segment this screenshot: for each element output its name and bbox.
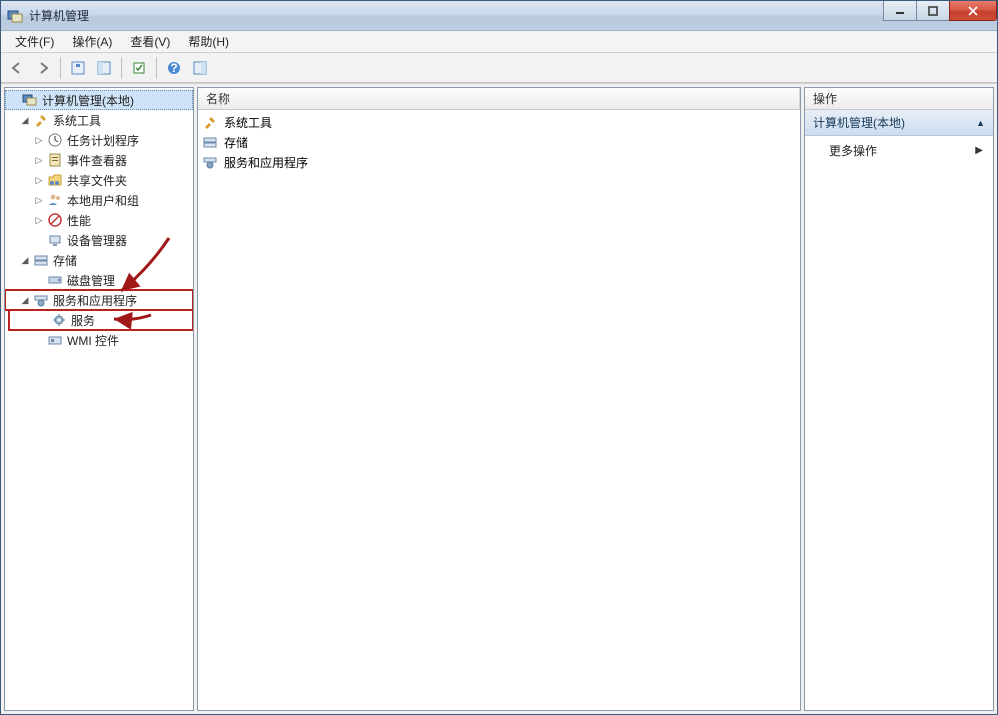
tree-label: 服务 <box>71 312 95 329</box>
actions-header: 操作 <box>805 88 993 110</box>
submenu-arrow-icon: ▶ <box>975 145 983 156</box>
tree-label: 计算机管理(本地) <box>42 92 134 109</box>
list-item[interactable]: 系统工具 <box>198 112 800 132</box>
services-apps-icon <box>202 154 218 170</box>
tree-label: 任务计划程序 <box>67 132 139 149</box>
action-more[interactable]: 更多操作 ▶ <box>805 136 993 165</box>
tree-label: 磁盘管理 <box>67 272 115 289</box>
tree-event-viewer[interactable]: ▷ 事件查看器 <box>5 150 193 170</box>
computer-management-icon <box>22 92 38 108</box>
action-panel: 操作 计算机管理(本地) ▲ 更多操作 ▶ <box>804 87 994 711</box>
tools-icon <box>202 114 218 130</box>
action-label: 更多操作 <box>829 142 877 159</box>
list-panel: 名称 系统工具 存储 <box>197 87 801 711</box>
svg-text:?: ? <box>170 61 177 75</box>
shared-folder-icon <box>47 172 63 188</box>
tree-shared-folders[interactable]: ▷ 共享文件夹 <box>5 170 193 190</box>
list-item-label: 服务和应用程序 <box>224 154 308 171</box>
forward-button[interactable] <box>31 56 55 80</box>
wmi-icon <box>47 332 63 348</box>
action-group-title[interactable]: 计算机管理(本地) ▲ <box>805 110 993 136</box>
main-body: ▸ 计算机管理(本地) ◢ 系统工具 ▷ <box>1 83 997 714</box>
list-item[interactable]: 存储 <box>198 132 800 152</box>
performance-icon <box>47 212 63 228</box>
tree-system-tools[interactable]: ◢ 系统工具 <box>5 110 193 130</box>
menu-file[interactable]: 文件(F) <box>7 31 62 52</box>
window-title: 计算机管理 <box>29 7 89 24</box>
expander-icon[interactable]: ▷ <box>33 194 45 206</box>
toolbar-separator <box>121 57 122 79</box>
storage-icon <box>33 252 49 268</box>
menu-help[interactable]: 帮助(H) <box>180 31 237 52</box>
show-action-pane-button[interactable] <box>188 56 212 80</box>
list-header: 名称 <box>198 88 800 110</box>
expander-icon[interactable]: ▷ <box>33 134 45 146</box>
tree-label: 存储 <box>53 252 77 269</box>
menu-view[interactable]: 查看(V) <box>122 31 178 52</box>
tree-services-apps[interactable]: ◢ 服务和应用程序 <box>5 290 193 310</box>
tree-label: 共享文件夹 <box>67 172 127 189</box>
menubar: 文件(F) 操作(A) 查看(V) 帮助(H) <box>1 31 997 53</box>
expander-icon[interactable]: ▷ <box>33 174 45 186</box>
list-item-label: 存储 <box>224 134 248 151</box>
tree-wmi-control[interactable]: ▷ WMI 控件 <box>5 330 193 350</box>
storage-icon <box>202 134 218 150</box>
tools-icon <box>33 112 49 128</box>
app-window: 计算机管理 文件(F) 操作(A) 查看(V) 帮助(H) <box>0 0 998 715</box>
list-item[interactable]: 服务和应用程序 <box>198 152 800 172</box>
refresh-button[interactable] <box>127 56 151 80</box>
collapse-icon: ▲ <box>976 118 985 128</box>
toolbar-separator <box>60 57 61 79</box>
tree-disk-management[interactable]: ▷ 磁盘管理 <box>5 270 193 290</box>
device-manager-icon <box>47 232 63 248</box>
tree-device-manager[interactable]: ▷ 设备管理器 <box>5 230 193 250</box>
up-button[interactable] <box>66 56 90 80</box>
menu-action[interactable]: 操作(A) <box>64 31 120 52</box>
tree-root[interactable]: ▸ 计算机管理(本地) <box>5 90 193 110</box>
tree-services[interactable]: ▷ 服务 <box>9 310 193 330</box>
maximize-button[interactable] <box>916 1 950 21</box>
tree-label: 系统工具 <box>53 112 101 129</box>
expander-icon[interactable]: ◢ <box>19 254 31 266</box>
tree-label: 事件查看器 <box>67 152 127 169</box>
expander-icon[interactable]: ▷ <box>33 154 45 166</box>
event-log-icon <box>47 152 63 168</box>
tree-label: 性能 <box>67 212 91 229</box>
tree-label: 设备管理器 <box>67 232 127 249</box>
tree-storage[interactable]: ◢ 存储 <box>5 250 193 270</box>
window-controls <box>884 1 997 21</box>
minimize-button[interactable] <box>883 1 917 21</box>
disk-icon <box>47 272 63 288</box>
toolbar-separator <box>156 57 157 79</box>
services-apps-icon <box>33 292 49 308</box>
help-button[interactable]: ? <box>162 56 186 80</box>
tree-panel: ▸ 计算机管理(本地) ◢ 系统工具 ▷ <box>4 87 194 711</box>
list-body[interactable]: 系统工具 存储 服务和应用程序 <box>198 110 800 710</box>
app-icon <box>7 8 23 24</box>
expander-icon[interactable]: ▷ <box>33 214 45 226</box>
titlebar[interactable]: 计算机管理 <box>1 1 997 31</box>
tree-label: 本地用户和组 <box>67 192 139 209</box>
close-button[interactable] <box>949 1 997 21</box>
tree-local-users[interactable]: ▷ 本地用户和组 <box>5 190 193 210</box>
action-group-label: 计算机管理(本地) <box>813 114 905 131</box>
toolbar: ? <box>1 53 997 83</box>
gear-icon <box>51 312 67 328</box>
column-header-name[interactable]: 名称 <box>198 88 800 109</box>
tree-label: 服务和应用程序 <box>53 292 137 309</box>
expander-icon[interactable]: ◢ <box>19 114 31 126</box>
users-icon <box>47 192 63 208</box>
expander-icon[interactable]: ◢ <box>19 294 31 306</box>
back-button[interactable] <box>5 56 29 80</box>
tree-performance[interactable]: ▷ 性能 <box>5 210 193 230</box>
show-hide-tree-button[interactable] <box>92 56 116 80</box>
clock-icon <box>47 132 63 148</box>
tree-label: WMI 控件 <box>67 332 119 349</box>
tree-task-scheduler[interactable]: ▷ 任务计划程序 <box>5 130 193 150</box>
nav-tree[interactable]: ▸ 计算机管理(本地) ◢ 系统工具 ▷ <box>5 88 193 710</box>
list-item-label: 系统工具 <box>224 114 272 131</box>
